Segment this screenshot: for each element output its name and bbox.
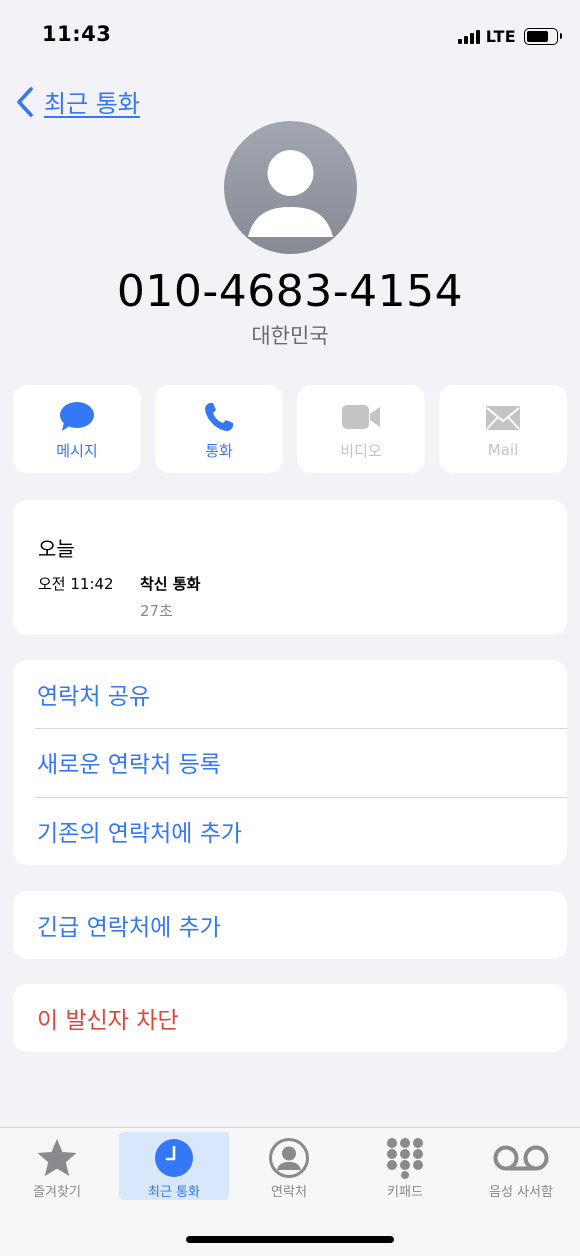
tab-contacts[interactable]: 연락처 — [234, 1132, 344, 1200]
status-time: 11:43 — [42, 22, 112, 46]
country-label: 대한민국 — [251, 324, 329, 348]
person-placeholder-icon — [248, 150, 333, 237]
person-circle-icon — [269, 1137, 309, 1178]
call-button[interactable]: 통화 — [155, 385, 283, 473]
add-emergency-contact-button[interactable]: 긴급 연락처에 추가 — [13, 891, 567, 959]
phone-icon — [205, 402, 233, 431]
voicemail-icon — [493, 1145, 549, 1170]
call-label: 통화 — [205, 441, 233, 460]
message-bubble-icon — [60, 401, 94, 431]
home-indicator — [186, 1236, 394, 1243]
share-contact-button[interactable]: 연락처 공유 — [13, 660, 567, 728]
video-label: 비디오 — [340, 441, 382, 460]
back-label: 최근 통화 — [44, 90, 140, 118]
contact-avatar — [224, 121, 357, 254]
block-caller-button[interactable]: 이 발신자 차단 — [13, 984, 567, 1052]
history-duration: 27초 — [140, 602, 173, 620]
video-button[interactable]: 비디오 — [297, 385, 425, 473]
tab-contacts-label: 연락처 — [271, 1185, 307, 1200]
back-button[interactable]: 최근 통화 — [14, 84, 140, 119]
chevron-left-icon — [17, 86, 33, 117]
envelope-icon — [486, 406, 520, 430]
keypad-icon — [387, 1137, 423, 1179]
call-history-card: 오늘 오전 11:42 착신 통화 27초 — [13, 500, 567, 635]
message-label: 메시지 — [56, 441, 98, 460]
tab-voicemail[interactable]: 음성 사서함 — [466, 1132, 576, 1200]
star-icon — [37, 1138, 77, 1176]
contact-options-card: 연락처 공유 새로운 연락처 등록 기존의 연락처에 추가 — [13, 660, 567, 865]
clock-icon — [155, 1138, 193, 1177]
tab-favorites[interactable]: 즐겨찾기 — [2, 1132, 112, 1200]
history-day: 오늘 — [38, 537, 75, 561]
video-camera-icon — [342, 404, 380, 429]
emergency-card: 긴급 연락처에 추가 — [13, 891, 567, 959]
tab-keypad-label: 키패드 — [387, 1185, 423, 1200]
tab-recents[interactable]: 최근 통화 — [119, 1132, 229, 1200]
tab-favorites-label: 즐겨찾기 — [33, 1185, 81, 1200]
status-indicators: LTE — [457, 26, 562, 46]
phone-number: 010-4683-4154 — [116, 266, 464, 317]
battery-icon — [524, 27, 562, 45]
create-new-contact-button[interactable]: 새로운 연락처 등록 — [13, 728, 567, 796]
action-buttons: 메시지 통화 비디오 Mail — [13, 385, 567, 473]
network-type: LTE — [485, 26, 516, 46]
message-button[interactable]: 메시지 — [13, 385, 141, 473]
mail-label: Mail — [487, 441, 519, 459]
tab-voicemail-label: 음성 사서함 — [489, 1185, 553, 1200]
tab-recents-label: 최근 통화 — [148, 1185, 200, 1200]
history-call-type: 착신 통화 — [140, 575, 201, 593]
block-card: 이 발신자 차단 — [13, 984, 567, 1052]
tab-keypad[interactable]: 키패드 — [350, 1132, 460, 1200]
history-time: 오전 11:42 — [38, 575, 114, 593]
mail-button[interactable]: Mail — [439, 385, 567, 473]
status-bar: 11:43 LTE — [0, 0, 580, 70]
cellular-signal-icon — [457, 28, 480, 44]
add-to-existing-contact-button[interactable]: 기존의 연락처에 추가 — [13, 796, 567, 865]
